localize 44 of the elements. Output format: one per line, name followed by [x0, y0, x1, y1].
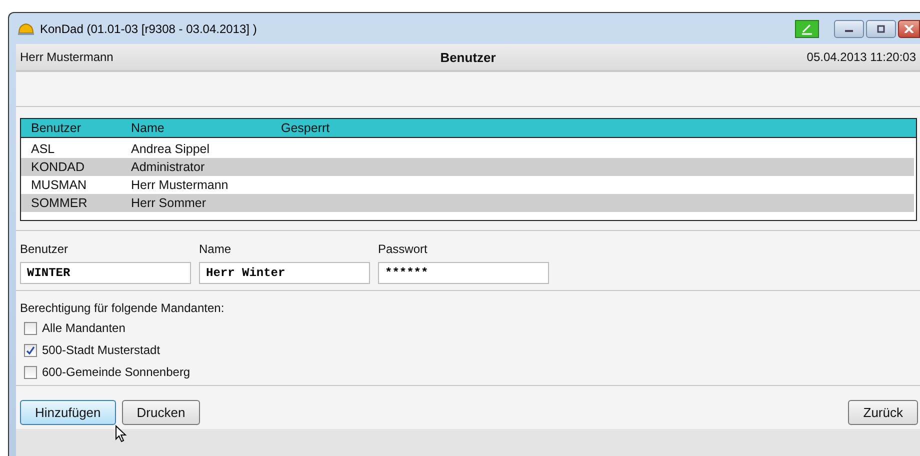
action-button[interactable]: Drucken — [122, 400, 200, 425]
date-time: 05.04.2013 11:20:03 — [806, 50, 916, 64]
table-cell-text: Administrator — [130, 160, 206, 174]
table-row[interactable]: SOMMER Herr Sommer — [21, 194, 914, 212]
page-title: Benutzer — [440, 50, 496, 64]
field-label: Benutzer — [20, 242, 70, 256]
field-label: Passwort — [378, 242, 428, 256]
table-row[interactable]: KONDAD Administrator — [21, 158, 914, 176]
table-row[interactable]: ASL Andrea Sippel — [21, 140, 914, 158]
column-header: Name — [130, 121, 166, 135]
bell-icon — [17, 22, 35, 36]
table-row[interactable]: MUSMAN Herr Mustermann — [21, 176, 914, 194]
table-cell-text: ASL — [30, 142, 56, 156]
column-header: Benutzer — [30, 121, 82, 135]
user-name: Herr Mustermann — [20, 50, 114, 64]
close-button[interactable] — [898, 20, 920, 38]
table-cell-text: MUSMAN — [30, 178, 88, 192]
window-title: KonDad (01.01-03 [r9308 - 03.04.2013] ) — [40, 22, 257, 36]
checkbox-label: 500-Stadt Musterstadt — [42, 343, 160, 357]
table-cell-text: SOMMER — [30, 196, 88, 210]
maximize-button[interactable] — [866, 20, 896, 38]
edit-button[interactable] — [795, 20, 819, 38]
table-cell-text: Andrea Sippel — [130, 142, 211, 156]
action-button[interactable]: Hinzufügen — [20, 400, 116, 425]
input-field[interactable]: ****** — [378, 262, 549, 284]
close-icon — [904, 24, 914, 32]
input-field[interactable]: Herr Winter — [199, 262, 370, 284]
pen-icon — [800, 22, 814, 34]
section-heading: Berechtigung für folgende Mandanten: — [20, 301, 226, 315]
field-label: Name — [199, 242, 232, 256]
table-cell-text: KONDAD — [30, 160, 86, 174]
maximize-icon — [876, 24, 886, 32]
checkbox[interactable] — [24, 322, 37, 334]
mouse-cursor — [115, 425, 127, 443]
checkbox[interactable] — [24, 366, 37, 378]
minimize-button[interactable] — [834, 20, 864, 38]
column-header: Gesperrt — [280, 121, 331, 135]
checkbox-label: Alle Mandanten — [42, 321, 126, 335]
checkbox-label: 600-Gemeinde Sonnenberg — [42, 365, 190, 379]
back-button[interactable]: Zurück — [848, 400, 918, 425]
table-cell-text: Herr Sommer — [130, 196, 208, 210]
checkbox[interactable] — [24, 344, 37, 356]
table-cell-text: Herr Mustermann — [130, 178, 230, 192]
input-field[interactable]: WINTER — [20, 262, 191, 284]
